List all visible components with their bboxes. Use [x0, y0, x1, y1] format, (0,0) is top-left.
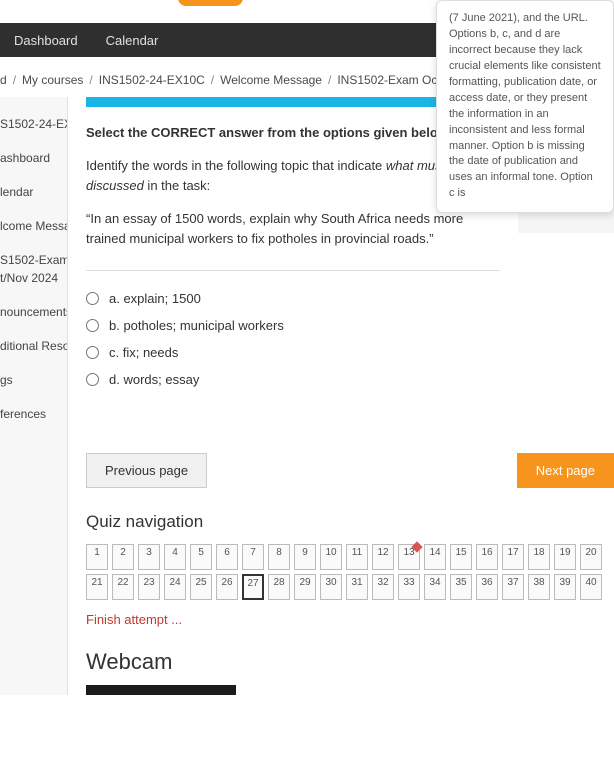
divider	[86, 270, 500, 271]
crumb-2[interactable]: INS1502-24-EX10C	[99, 73, 205, 87]
question-nav-15[interactable]: 15	[450, 544, 472, 570]
ai-tooltip: (7 June 2021), and the URL. Options b, c…	[436, 0, 614, 213]
sidebar-item[interactable]: nouncements	[0, 295, 67, 329]
radio-d[interactable]	[86, 373, 99, 386]
webcam-feed	[86, 685, 236, 695]
question-nav-31[interactable]: 31	[346, 574, 368, 600]
sidebar-item[interactable]: S1502-24-EX10C	[0, 107, 67, 141]
question-nav-40[interactable]: 40	[580, 574, 602, 600]
sidebar-item[interactable]: lendar	[0, 175, 67, 209]
question-nav-3[interactable]: 3	[138, 544, 160, 570]
nav-calendar[interactable]: Calendar	[92, 23, 173, 57]
question-nav-16[interactable]: 16	[476, 544, 498, 570]
quiznav-title: Quiz navigation	[86, 512, 614, 532]
question-quote: “In an essay of 1500 words, explain why …	[86, 209, 500, 248]
question-nav-6[interactable]: 6	[216, 544, 238, 570]
option-a-label: a. explain; 1500	[109, 291, 201, 306]
question-nav-9[interactable]: 9	[294, 544, 316, 570]
intro-b: in the task:	[144, 178, 210, 193]
question-nav-11[interactable]: 11	[346, 544, 368, 570]
question-nav-26[interactable]: 26	[216, 574, 238, 600]
nav-dashboard[interactable]: Dashboard	[0, 23, 92, 57]
option-d[interactable]: d. words; essay	[86, 366, 500, 393]
question-nav-24[interactable]: 24	[164, 574, 186, 600]
question-nav-21[interactable]: 21	[86, 574, 108, 600]
finish-attempt-link[interactable]: Finish attempt ...	[86, 612, 182, 627]
option-c-label: c. fix; needs	[109, 345, 178, 360]
crumb-0[interactable]: d	[0, 73, 7, 87]
question-nav-8[interactable]: 8	[268, 544, 290, 570]
question-nav-13[interactable]: 13	[398, 544, 420, 570]
radio-c[interactable]	[86, 346, 99, 359]
question-nav-2[interactable]: 2	[112, 544, 134, 570]
option-a[interactable]: a. explain; 1500	[86, 285, 500, 312]
question-nav-20[interactable]: 20	[580, 544, 602, 570]
question-nav-37[interactable]: 37	[502, 574, 524, 600]
answer-options: a. explain; 1500 b. potholes; municipal …	[86, 285, 500, 393]
sidebar-item[interactable]: ferences	[0, 397, 67, 431]
radio-a[interactable]	[86, 292, 99, 305]
sidebar-item[interactable]: S1502-Exam	[0, 243, 67, 269]
question-nav-1[interactable]: 1	[86, 544, 108, 570]
intro-a: Identify the words in the following topi…	[86, 158, 386, 173]
course-sidebar: S1502-24-EX10C ashboard lendar lcome Mes…	[0, 97, 68, 695]
sidebar-item[interactable]: t/Nov 2024	[0, 269, 67, 295]
question-nav-33[interactable]: 33	[398, 574, 420, 600]
option-d-label: d. words; essay	[109, 372, 199, 387]
pager: Previous page Next page	[86, 453, 614, 488]
question-nav-27[interactable]: 27	[242, 574, 264, 600]
sidebar-item[interactable]: ditional Resources	[0, 329, 67, 363]
previous-page-button[interactable]: Previous page	[86, 453, 207, 488]
question-nav-38[interactable]: 38	[528, 574, 550, 600]
question-nav-17[interactable]: 17	[502, 544, 524, 570]
question-nav-7[interactable]: 7	[242, 544, 264, 570]
question-grid: 1234567891011121314151617181920212223242…	[86, 544, 614, 600]
quiz-navigation: Quiz navigation 123456789101112131415161…	[86, 512, 614, 627]
question-nav-25[interactable]: 25	[190, 574, 212, 600]
question-nav-12[interactable]: 12	[372, 544, 394, 570]
logo-accent	[178, 0, 243, 6]
sidebar-item[interactable]: ashboard	[0, 141, 67, 175]
question-nav-18[interactable]: 18	[528, 544, 550, 570]
question-nav-22[interactable]: 22	[112, 574, 134, 600]
question-nav-28[interactable]: 28	[268, 574, 290, 600]
option-b-label: b. potholes; municipal workers	[109, 318, 284, 333]
radio-b[interactable]	[86, 319, 99, 332]
question-nav-19[interactable]: 19	[554, 544, 576, 570]
question-nav-34[interactable]: 34	[424, 574, 446, 600]
question-nav-14[interactable]: 14	[424, 544, 446, 570]
question-nav-35[interactable]: 35	[450, 574, 472, 600]
next-page-button[interactable]: Next page	[517, 453, 614, 488]
question-nav-29[interactable]: 29	[294, 574, 316, 600]
question-nav-39[interactable]: 39	[554, 574, 576, 600]
question-nav-5[interactable]: 5	[190, 544, 212, 570]
webcam-title: Webcam	[86, 649, 614, 675]
crumb-3[interactable]: Welcome Message	[220, 73, 322, 87]
question-nav-23[interactable]: 23	[138, 574, 160, 600]
question-nav-36[interactable]: 36	[476, 574, 498, 600]
question-nav-10[interactable]: 10	[320, 544, 342, 570]
question-nav-4[interactable]: 4	[164, 544, 186, 570]
sidebar-item[interactable]: gs	[0, 363, 67, 397]
option-c[interactable]: c. fix; needs	[86, 339, 500, 366]
sidebar-item[interactable]: lcome Message	[0, 209, 67, 243]
crumb-1[interactable]: My courses	[22, 73, 83, 87]
question-nav-30[interactable]: 30	[320, 574, 342, 600]
option-b[interactable]: b. potholes; municipal workers	[86, 312, 500, 339]
question-nav-32[interactable]: 32	[372, 574, 394, 600]
